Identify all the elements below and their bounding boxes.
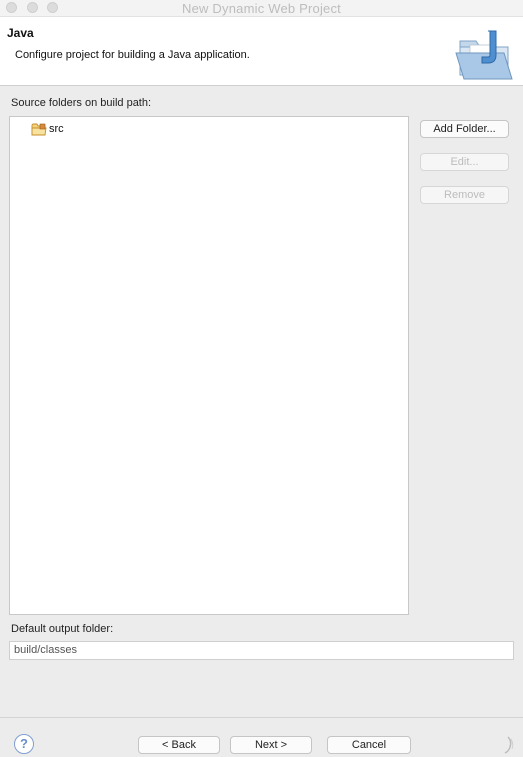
window-title: New Dynamic Web Project [182,1,341,16]
title-bar: New Dynamic Web Project [0,0,523,17]
tree-item-label: src [49,123,64,135]
resize-grip-icon[interactable] [500,735,516,755]
edit-button[interactable]: Edit... [420,153,509,171]
package-folder-icon [31,123,47,136]
remove-button[interactable]: Remove [420,186,509,204]
output-folder-field[interactable]: build/classes [9,641,514,660]
cancel-button[interactable]: Cancel [327,736,411,754]
page-title: Java [7,26,34,40]
back-button[interactable]: < Back [138,736,220,754]
output-folder-label: Default output folder: [11,623,114,635]
add-folder-button[interactable]: Add Folder... [420,120,509,138]
source-folders-tree[interactable]: src [9,116,409,615]
java-folder-wizard-icon [455,30,513,80]
help-icon[interactable]: ? [14,734,34,754]
footer-divider [0,717,523,718]
source-folders-label: Source folders on build path: [11,97,152,109]
wizard-header: Java Configure project for building a Ja… [0,17,523,86]
next-button[interactable]: Next > [230,736,312,754]
page-description: Configure project for building a Java ap… [15,49,250,61]
tree-item-src[interactable]: src [31,121,64,137]
